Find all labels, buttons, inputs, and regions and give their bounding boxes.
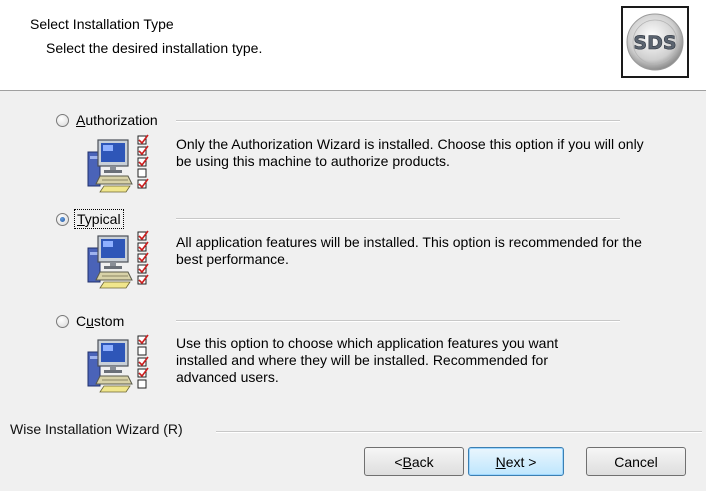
option-divider	[176, 218, 620, 220]
option-description-authorization: Only the Authorization Wizard is install…	[176, 136, 644, 169]
option-label-custom: Custom	[76, 313, 125, 329]
option-description-typical: All application features will be install…	[176, 234, 642, 267]
option-divider	[176, 120, 620, 122]
radio-custom[interactable]	[56, 314, 69, 328]
computer-checklist-icon	[87, 134, 149, 193]
computer-checklist-icon	[87, 230, 149, 289]
option-typical[interactable]: Typical	[56, 209, 124, 229]
cancel-button[interactable]: Cancel	[586, 447, 686, 476]
option-label-typical: Typical	[74, 209, 124, 229]
sds-logo: SDS	[621, 6, 689, 78]
radio-authorization[interactable]	[56, 113, 69, 127]
next-button[interactable]: Next >	[468, 447, 564, 476]
radio-typical[interactable]	[56, 212, 69, 226]
option-description-custom: Use this option to choose which applicat…	[176, 335, 559, 385]
computer-checklist-icon	[87, 334, 149, 393]
page-title: Select Installation Type	[30, 16, 174, 32]
option-authorization[interactable]: Authorization	[56, 110, 158, 130]
wizard-header: Select Installation Type Select the desi…	[0, 0, 706, 91]
logo-text: SDS	[633, 32, 676, 54]
page-subtitle: Select the desired installation type.	[46, 40, 263, 56]
footer-divider	[216, 431, 702, 433]
wizard-brand-label: Wise Installation Wizard (R)	[10, 421, 183, 437]
radio-selected-dot	[60, 216, 65, 222]
back-button[interactable]: < Back	[364, 447, 464, 476]
option-label-authorization: Authorization	[76, 112, 158, 128]
option-custom[interactable]: Custom	[56, 311, 124, 331]
option-divider	[176, 320, 620, 322]
